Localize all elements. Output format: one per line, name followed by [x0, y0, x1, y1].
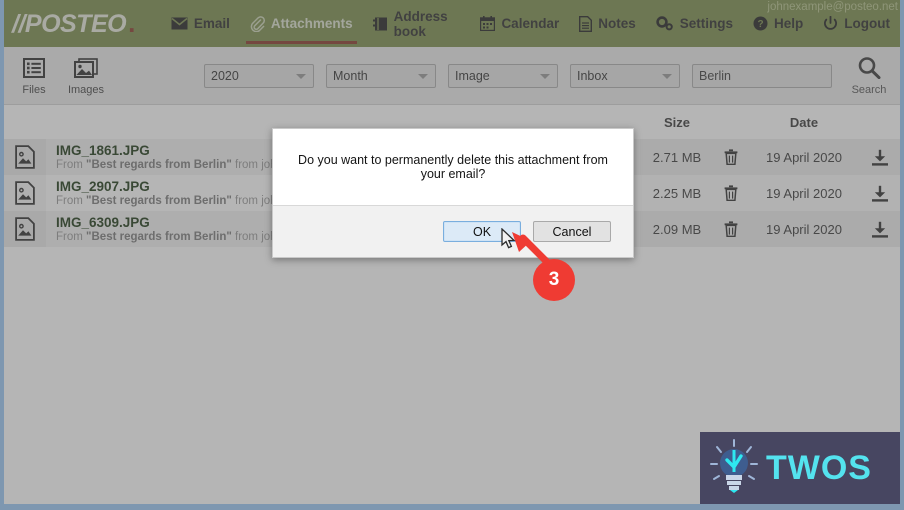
watermark-text: TWOS	[766, 448, 872, 487]
lightbulb-icon	[710, 439, 758, 493]
step-badge-number: 3	[548, 269, 560, 290]
posteo-webmail-app: //POSTEO . Email Attachments Address boo…	[4, 0, 900, 504]
confirm-dialog: Do you want to permanently delete this a…	[272, 128, 634, 258]
dialog-message: Do you want to permanently delete this a…	[298, 153, 608, 181]
mouse-cursor	[501, 228, 516, 249]
step-badge-3: 3	[533, 259, 575, 301]
twos-watermark: TWOS	[700, 432, 900, 504]
dialog-button-row: OK Cancel	[273, 205, 633, 257]
